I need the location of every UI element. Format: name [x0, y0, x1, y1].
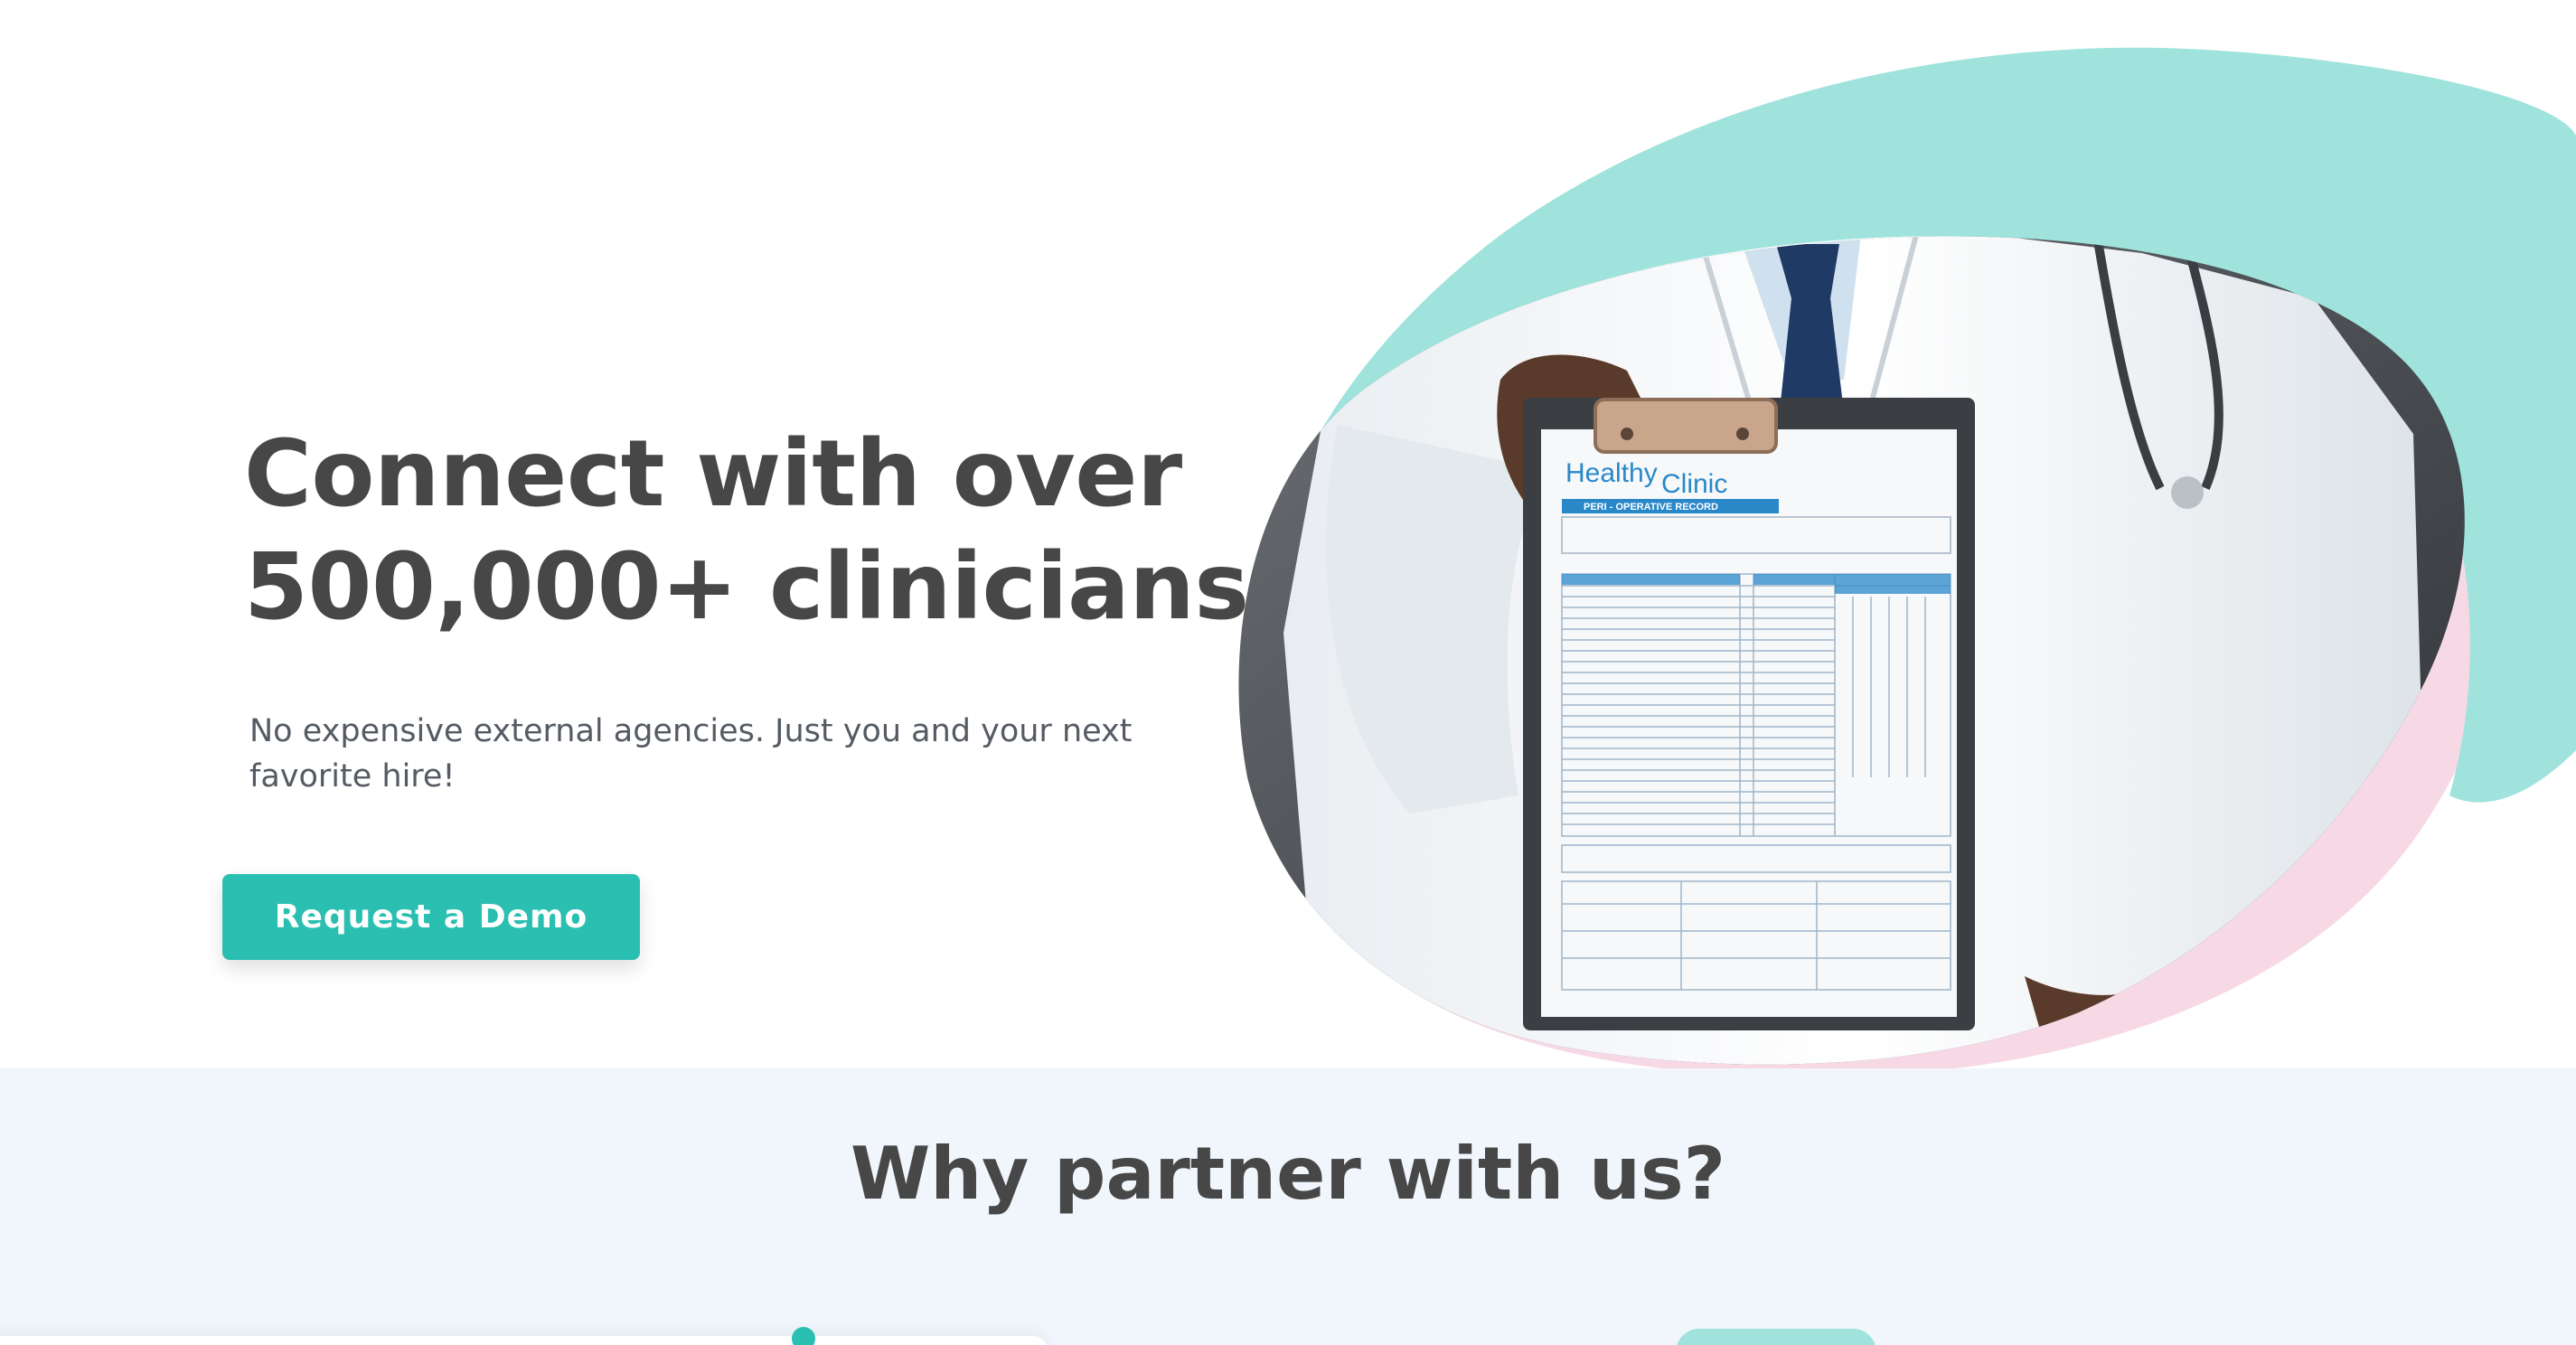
why-partner-section: Why partner with us?	[0, 1068, 2576, 1345]
feature-icon	[792, 1327, 815, 1345]
page: Connect with over 500,000+ clinicians. N…	[0, 0, 2576, 1345]
hero-title-line1: Connect with over	[244, 420, 1182, 528]
hero-subtitle: No expensive external agencies. Just you…	[249, 713, 1133, 795]
hero-section: Connect with over 500,000+ clinicians. N…	[0, 0, 2576, 1068]
feature-icon-badge	[1676, 1329, 1876, 1345]
why-partner-title: Why partner with us?	[850, 1132, 1725, 1216]
clipboard-subtitle: PERI - OPERATIVE RECORD	[1584, 502, 1718, 513]
request-demo-button[interactable]: Request a Demo	[222, 874, 640, 960]
hero-title: Connect with over 500,000+ clinicians.	[244, 418, 1329, 644]
feature-card	[0, 1336, 1048, 1345]
hero-image: Healthy Clinic PERI - OPERATIVE RECORD	[1229, 0, 2576, 1068]
clipboard-brand-1: Healthy	[1565, 458, 1658, 488]
hero-title-line2: 500,000+ clinicians.	[244, 533, 1283, 641]
clipboard-brand-2: Clinic	[1661, 469, 1727, 499]
